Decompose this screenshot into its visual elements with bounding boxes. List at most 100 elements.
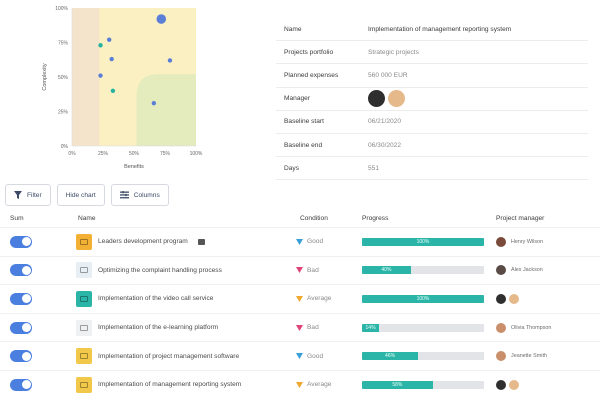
- header-sum[interactable]: Sum: [0, 215, 76, 222]
- hide-chart-button[interactable]: Hide chart: [56, 184, 105, 206]
- avatar[interactable]: [496, 293, 506, 304]
- progress-label: 100%: [416, 238, 430, 245]
- scatter-point[interactable]: [98, 73, 103, 78]
- project-name-link[interactable]: Implementation of management reporting s…: [98, 381, 241, 388]
- condition-average-icon: [296, 295, 303, 302]
- project-name-link[interactable]: Leaders development program: [98, 238, 188, 245]
- table-row[interactable]: Optimizing the complaint handling proces…: [0, 255, 600, 285]
- project-details-panel: Name Implementation of management reporti…: [276, 18, 588, 181]
- detail-row: Name Implementation of management reporti…: [276, 18, 588, 42]
- header-name[interactable]: Name: [76, 215, 296, 222]
- y-axis-label: Complexity: [42, 63, 48, 90]
- name-cell: Implementation of project management sof…: [76, 348, 296, 365]
- avatar[interactable]: [496, 379, 506, 390]
- condition-good-icon: [296, 353, 303, 360]
- comment-icon[interactable]: [197, 238, 205, 245]
- scatter-point[interactable]: [109, 56, 114, 62]
- project-thumbnail-icon: [76, 290, 92, 307]
- scatter-point[interactable]: [107, 37, 112, 42]
- toggle-knob: [21, 323, 31, 333]
- project-thumbnail-icon: [76, 348, 92, 365]
- y-tick-label: 0%: [61, 144, 69, 150]
- scatter-point[interactable]: [98, 43, 103, 48]
- progress-label: 46%: [385, 353, 396, 360]
- project-name-link[interactable]: Implementation of the video call service: [98, 295, 213, 302]
- project-manager-cell: Jeanette Smith: [496, 351, 600, 362]
- detail-row: Manager: [276, 88, 588, 111]
- filter-icon: [14, 191, 22, 199]
- project-manager-cell: Alex Jackson: [496, 265, 600, 276]
- table-row[interactable]: Implementation of management reporting s…: [0, 369, 600, 399]
- manager-avatars: [368, 90, 588, 108]
- progress-bar: 100%: [362, 294, 484, 303]
- columns-icon: [119, 191, 129, 199]
- project-manager-name: Olivia Thompson: [511, 324, 552, 331]
- project-name-link[interactable]: Optimizing the complaint handling proces…: [98, 267, 222, 274]
- columns-button[interactable]: Columns: [110, 184, 169, 206]
- name-cell: Implementation of the video call service: [76, 290, 296, 307]
- sum-toggle[interactable]: [10, 378, 32, 391]
- progress-label: 40%: [381, 267, 392, 274]
- x-tick-label: 50%: [129, 151, 140, 157]
- project-thumbnail-icon: [76, 262, 92, 279]
- avatar[interactable]: [388, 90, 405, 108]
- condition-bad-icon: [296, 267, 303, 274]
- table-row[interactable]: Implementation of the video call service…: [0, 284, 600, 313]
- columns-button-label: Columns: [133, 191, 160, 199]
- project-manager-name: Jeanette Smith: [511, 353, 547, 360]
- sum-toggle[interactable]: [10, 235, 32, 248]
- condition-cell: Bad: [296, 324, 362, 331]
- y-tick-label: 25%: [58, 110, 69, 116]
- condition-cell: Average: [296, 381, 362, 388]
- avatar[interactable]: [496, 236, 506, 247]
- table-row[interactable]: Implementation of project management sof…: [0, 341, 600, 370]
- scatter-point[interactable]: [167, 58, 173, 63]
- sum-toggle[interactable]: [10, 350, 32, 363]
- avatar[interactable]: [509, 293, 519, 304]
- project-name-link[interactable]: Implementation of project management sof…: [98, 353, 239, 360]
- header-condition[interactable]: Condition: [296, 215, 362, 222]
- scatter-point[interactable]: [156, 14, 167, 24]
- x-tick-label: 75%: [160, 151, 171, 157]
- avatar[interactable]: [496, 322, 506, 333]
- detail-row: Baseline end 06/30/2022: [276, 134, 588, 158]
- thumbnail-glyph: [80, 238, 88, 245]
- toggle-knob: [21, 380, 31, 390]
- detail-row: Baseline start 06/21/2020: [276, 111, 588, 134]
- progress-bar: 14%: [362, 323, 484, 332]
- header-project-manager[interactable]: Project manager: [496, 215, 600, 222]
- condition-text: Good: [307, 238, 324, 246]
- detail-label: Baseline start: [284, 118, 324, 126]
- thumbnail-glyph: [80, 353, 88, 360]
- project-manager-cell: Henry Wilson: [496, 236, 600, 247]
- sum-cell: [0, 378, 76, 391]
- project-name-link[interactable]: Implementation of the e-learning platfor…: [98, 324, 218, 331]
- avatar[interactable]: [368, 90, 385, 108]
- detail-row: Planned expenses 560 000 EUR: [276, 64, 588, 88]
- avatar[interactable]: [496, 265, 506, 276]
- condition-text: Bad: [307, 266, 319, 274]
- avatar[interactable]: [509, 379, 519, 390]
- toggle-knob: [21, 237, 31, 247]
- condition-cell: Bad: [296, 267, 362, 274]
- sum-toggle[interactable]: [10, 264, 32, 277]
- sum-toggle[interactable]: [10, 292, 32, 305]
- filter-button[interactable]: Filter: [5, 184, 51, 206]
- chart-zone-corner: [136, 74, 196, 146]
- project-manager-cell: [496, 379, 600, 390]
- project-manager-name: Henry Wilson: [511, 238, 544, 245]
- toggle-knob: [21, 265, 31, 275]
- sum-toggle[interactable]: [10, 321, 32, 334]
- detail-label: Manager: [284, 95, 311, 103]
- scatter-point[interactable]: [151, 101, 157, 106]
- scatter-point[interactable]: [110, 88, 116, 94]
- avatar[interactable]: [496, 351, 506, 362]
- condition-text: Bad: [307, 324, 319, 332]
- toggle-knob: [21, 294, 31, 304]
- header-progress[interactable]: Progress: [362, 215, 496, 222]
- detail-row: Days 551: [276, 157, 588, 181]
- table-row[interactable]: Implementation of the e-learning platfor…: [0, 312, 600, 342]
- risk-scatter-chart: 0% 25% 50% 75% 100% 0% 25% 50% 75% 100% Benefits Co…: [0, 0, 230, 180]
- table-row[interactable]: Leaders development program Good 100% Henry…: [0, 227, 600, 256]
- hide-chart-button-label: Hide chart: [65, 191, 96, 199]
